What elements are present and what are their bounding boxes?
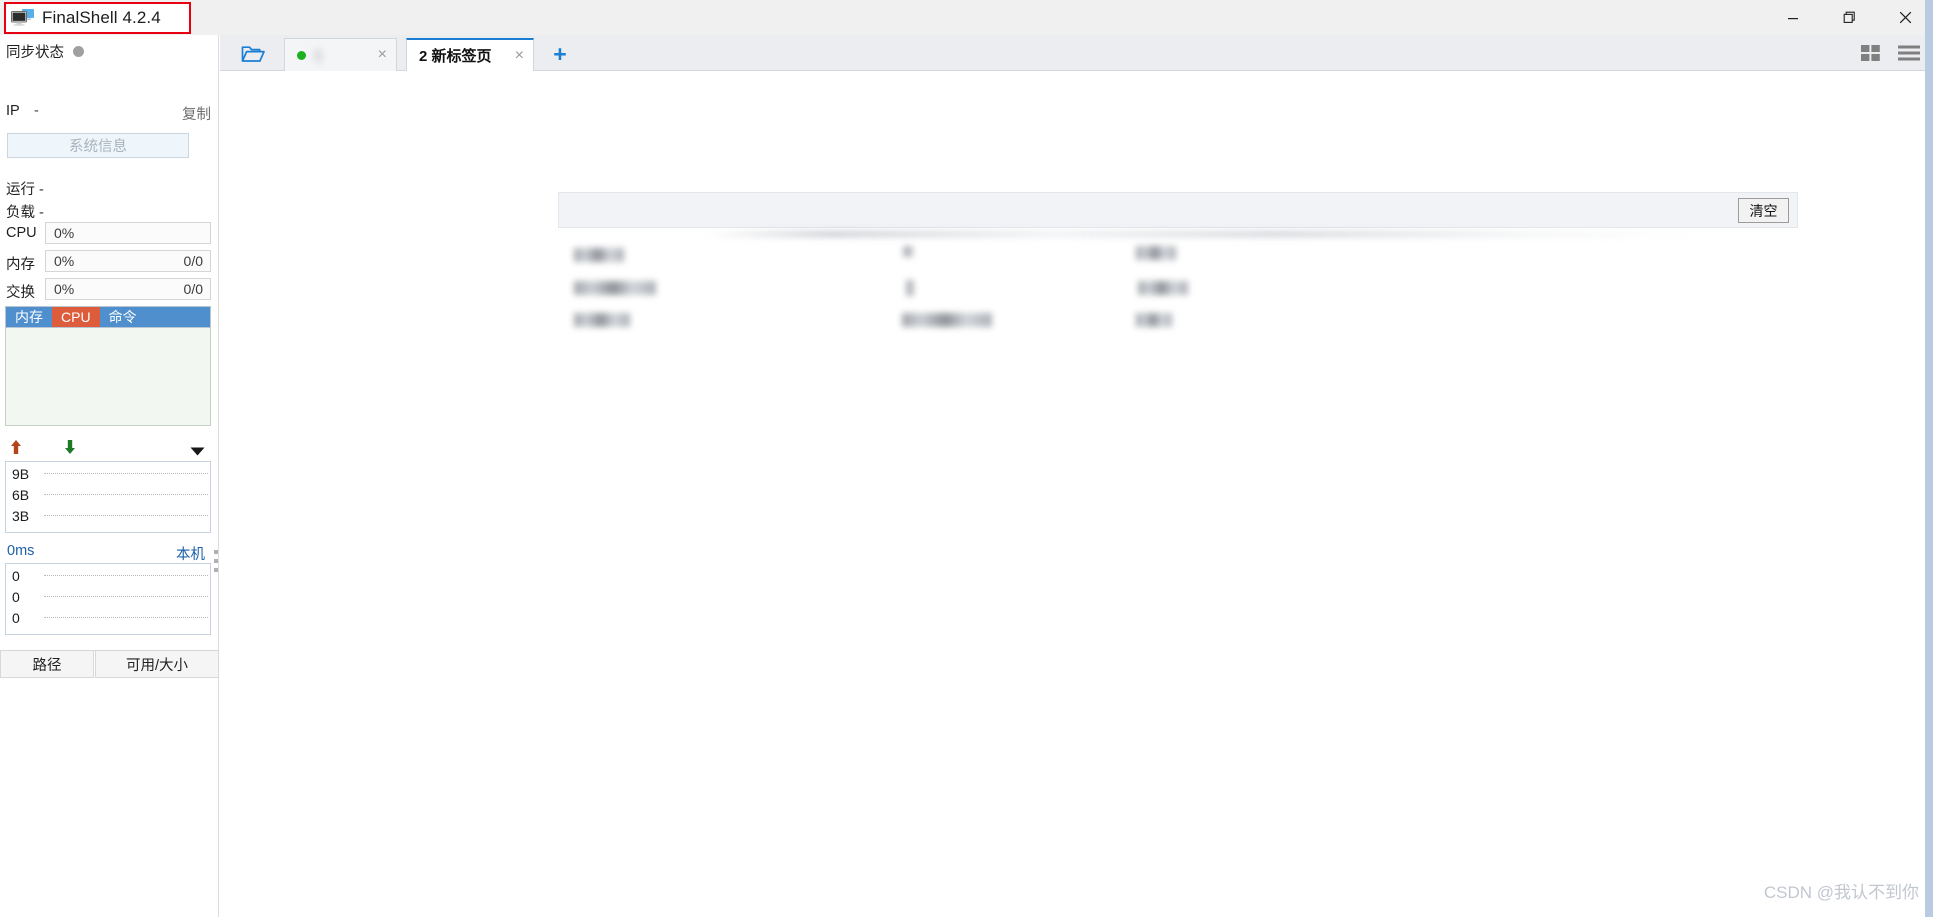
copy-ip-button[interactable]: 复制 <box>182 103 211 124</box>
memory-meter: 0% 0/0 <box>45 250 211 272</box>
upload-arrow-icon <box>9 439 23 458</box>
tab-strip: 1 × 2 新标签页 × + <box>220 35 1933 103</box>
finalshell-window: FinalShell 4.2.4 1 × 2 新标签页 × + 同步状态 IP … <box>0 0 1933 917</box>
maximize-icon[interactable] <box>1821 0 1877 35</box>
app-title: FinalShell 4.2.4 <box>42 8 161 27</box>
cell-blurred <box>574 281 656 295</box>
process-sort-tabs: 内存 CPU 命令 <box>5 306 211 328</box>
ping-latency-chart: 0 0 0 <box>5 563 211 635</box>
sync-status-row: 同步状态 <box>6 41 84 62</box>
uptime-value: - <box>39 182 44 198</box>
network-y-label: 3B <box>12 508 30 524</box>
network-y-label: 9B <box>12 466 30 482</box>
ip-value: - <box>34 103 39 119</box>
gridline <box>44 596 208 597</box>
gridline <box>44 494 208 495</box>
download-arrow-icon <box>63 439 77 458</box>
panel-header: 清空 <box>558 192 1798 228</box>
network-y-label: 6B <box>12 487 30 503</box>
system-info-button[interactable]: 系统信息 <box>7 133 189 158</box>
panel-title <box>573 201 669 220</box>
cpu-label: CPU <box>6 225 37 241</box>
clear-button[interactable]: 清空 <box>1738 198 1789 223</box>
open-folder-icon[interactable] <box>231 39 275 69</box>
redacted-list-panel: 清空 <box>558 192 1798 337</box>
tabstrip-actions <box>1860 43 1921 68</box>
panel-separator-blur <box>558 230 1798 238</box>
ping-y-label: 0 <box>12 610 20 626</box>
process-list[interactable] <box>5 328 211 426</box>
gridline <box>44 473 208 474</box>
ip-row: IP - 复制 <box>6 103 211 124</box>
list-item[interactable] <box>558 277 1798 303</box>
cpu-meter: 0% <box>45 222 211 244</box>
ping-header: 0ms 本机 <box>5 543 211 563</box>
ping-latency: 0ms <box>7 543 35 559</box>
chevron-down-icon[interactable] <box>190 443 205 459</box>
swap-meter: 0% 0/0 <box>45 278 211 300</box>
cell-blurred <box>1136 313 1172 327</box>
monitor-icon <box>11 8 35 27</box>
cell-blurred <box>1136 246 1176 260</box>
tab-close-icon[interactable]: × <box>515 47 524 64</box>
swap-label: 交换 <box>6 285 35 301</box>
ping-y-label: 0 <box>12 568 20 584</box>
ping-y-label: 0 <box>12 589 20 605</box>
network-traffic-chart: 9B 6B 3B <box>5 461 211 533</box>
load-row: 负载 - <box>6 201 44 222</box>
cell-blurred <box>574 248 624 262</box>
process-tab-command[interactable]: 命令 <box>100 307 146 327</box>
cell-blurred <box>903 246 913 257</box>
grid-view-icon[interactable] <box>1860 43 1882 68</box>
gridline <box>44 515 208 516</box>
disk-column-path[interactable]: 路径 <box>0 651 94 678</box>
csdn-watermark: CSDN @我认不到你 <box>1763 883 1919 902</box>
gridline <box>44 575 208 576</box>
ping-host[interactable]: 本机 <box>176 543 205 564</box>
tab-label: 1 <box>314 46 323 64</box>
gridline <box>44 617 208 618</box>
hamburger-menu-icon[interactable] <box>1897 43 1921 68</box>
window-controls <box>1765 0 1933 35</box>
connection-status-dot <box>297 50 306 60</box>
sync-status-label: 同步状态 <box>6 45 64 61</box>
title-bar: FinalShell 4.2.4 <box>0 0 1933 35</box>
tab-close-icon[interactable]: × <box>378 47 387 63</box>
cell-blurred <box>574 313 630 327</box>
memory-detail: 0/0 <box>183 253 203 269</box>
tab-connection-1[interactable]: 1 × <box>284 38 397 71</box>
load-label: 负载 <box>6 205 35 221</box>
tab-new-page[interactable]: 2 新标签页 × <box>406 38 534 71</box>
list-item[interactable] <box>558 244 1798 270</box>
right-edge-strip <box>1925 0 1933 917</box>
sidebar-splitter-handle[interactable] <box>214 550 218 572</box>
load-value: - <box>39 205 44 221</box>
disk-table-header: 路径 可用/大小 <box>0 650 219 678</box>
main-content: 清空 CSDN @我认不到你 <box>220 71 1933 917</box>
cell-blurred <box>902 313 992 327</box>
memory-percent: 0% <box>54 253 75 269</box>
process-tab-cpu[interactable]: CPU <box>52 307 100 327</box>
cell-blurred <box>1138 281 1188 295</box>
new-tab-button[interactable]: + <box>545 40 575 68</box>
network-toolbar <box>5 439 211 461</box>
cell-blurred <box>906 280 914 296</box>
swap-detail: 0/0 <box>183 281 203 297</box>
uptime-row: 运行 - <box>6 178 44 199</box>
uptime-label: 运行 <box>6 182 35 198</box>
memory-label: 内存 <box>6 257 35 273</box>
swap-percent: 0% <box>54 281 75 297</box>
disk-column-usage[interactable]: 可用/大小 <box>95 651 219 678</box>
minimize-icon[interactable] <box>1765 0 1821 35</box>
ip-label: IP <box>6 103 20 119</box>
process-tab-memory[interactable]: 内存 <box>6 307 52 327</box>
list-item[interactable] <box>558 309 1798 335</box>
cpu-percent: 0% <box>54 225 75 241</box>
sidebar: 同步状态 IP - 复制 系统信息 运行 - 负载 - CPU 0% 内存 0%… <box>0 35 219 917</box>
tab-label: 2 新标签页 <box>419 48 492 65</box>
sync-status-indicator <box>73 46 84 57</box>
